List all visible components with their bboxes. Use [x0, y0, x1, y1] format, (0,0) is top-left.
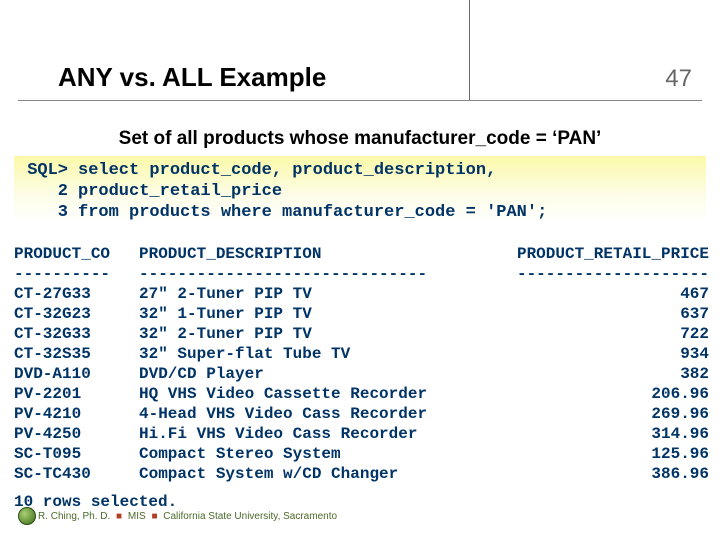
cell: 386.96	[509, 464, 709, 484]
cell: 934	[509, 344, 709, 364]
cell: PV-2201	[14, 384, 139, 404]
footer-dept: MIS	[128, 511, 146, 522]
result-row: DVD-A110DVD/CD Player382	[14, 364, 706, 384]
cell: 32" 1-Tuner PIP TV	[139, 304, 509, 324]
slide: ANY vs. ALL Example 47 Set of all produc…	[0, 0, 720, 540]
cell: DVD/CD Player	[139, 364, 509, 384]
slide-title: ANY vs. ALL Example	[58, 62, 326, 93]
footer-author: R. Ching, Ph. D.	[38, 511, 110, 522]
sql-text: product_retail_price	[78, 181, 702, 202]
cell: SC-T095	[14, 444, 139, 464]
sql-line: 2 product_retail_price	[18, 181, 702, 202]
col-dash: ------------------------------	[139, 264, 509, 284]
sql-line: SQL> select product_code, product_descri…	[18, 160, 702, 181]
footer-org: California State University, Sacramento	[163, 511, 337, 522]
cell: PV-4210	[14, 404, 139, 424]
slide-subtitle: Set of all products whose manufacturer_c…	[0, 128, 720, 150]
sql-block: SQL> select product_code, product_descri…	[14, 156, 706, 222]
col-header: PRODUCT_RETAIL_PRICE	[509, 244, 709, 264]
cell: CT-32G33	[14, 324, 139, 344]
cell: 206.96	[509, 384, 709, 404]
bullet-icon: ■	[113, 511, 125, 522]
cell: CT-32S35	[14, 344, 139, 364]
result-block: PRODUCT_CO PRODUCT_DESCRIPTION PRODUCT_R…	[14, 244, 706, 484]
result-row: PV-2201HQ VHS Video Cassette Recorder206…	[14, 384, 706, 404]
sql-text: select product_code, product_description…	[78, 160, 702, 181]
sql-gutter: 3	[18, 202, 78, 223]
cell: 4-Head VHS Video Cass Recorder	[139, 404, 509, 424]
cell: Compact System w/CD Changer	[139, 464, 509, 484]
cell: HQ VHS Video Cassette Recorder	[139, 384, 509, 404]
cell: SC-TC430	[14, 464, 139, 484]
cell: 382	[509, 364, 709, 384]
cell: 467	[509, 284, 709, 304]
result-row: CT-32G2332" 1-Tuner PIP TV637	[14, 304, 706, 324]
result-dash-row: ---------- -----------------------------…	[14, 264, 706, 284]
cell: 27" 2-Tuner PIP TV	[139, 284, 509, 304]
globe-icon	[18, 507, 36, 525]
result-row: SC-TC430Compact System w/CD Changer386.9…	[14, 464, 706, 484]
result-row: PV-4250Hi.Fi VHS Video Cass Recorder314.…	[14, 424, 706, 444]
result-row: CT-27G3327" 2-Tuner PIP TV467	[14, 284, 706, 304]
cell: 269.96	[509, 404, 709, 424]
cell: 32" 2-Tuner PIP TV	[139, 324, 509, 344]
cell: DVD-A110	[14, 364, 139, 384]
result-row: PV-42104-Head VHS Video Cass Recorder269…	[14, 404, 706, 424]
sql-gutter: SQL>	[18, 160, 78, 181]
header-vertical-rule	[469, 0, 470, 100]
sql-text: from products where manufacturer_code = …	[78, 202, 702, 223]
rows-selected: 10 rows selected.	[14, 493, 177, 511]
sql-line: 3 from products where manufacturer_code …	[18, 202, 702, 223]
cell: 722	[509, 324, 709, 344]
cell: CT-32G23	[14, 304, 139, 324]
page-number: 47	[665, 65, 692, 93]
footer: R. Ching, Ph. D. ■ MIS ■ California Stat…	[38, 511, 337, 522]
header-horizontal-rule	[18, 100, 702, 101]
result-header-row: PRODUCT_CO PRODUCT_DESCRIPTION PRODUCT_R…	[14, 244, 706, 264]
col-header: PRODUCT_DESCRIPTION	[139, 244, 509, 264]
col-dash: --------------------	[509, 264, 709, 284]
cell: 314.96	[509, 424, 709, 444]
sql-gutter: 2	[18, 181, 78, 202]
cell: 637	[509, 304, 709, 324]
cell: 32" Super-flat Tube TV	[139, 344, 509, 364]
cell: Compact Stereo System	[139, 444, 509, 464]
result-row: CT-32S3532" Super-flat Tube TV934	[14, 344, 706, 364]
result-row: CT-32G3332" 2-Tuner PIP TV722	[14, 324, 706, 344]
cell: CT-27G33	[14, 284, 139, 304]
cell: 125.96	[509, 444, 709, 464]
cell: PV-4250	[14, 424, 139, 444]
result-row: SC-T095Compact Stereo System125.96	[14, 444, 706, 464]
cell: Hi.Fi VHS Video Cass Recorder	[139, 424, 509, 444]
col-header: PRODUCT_CO	[14, 244, 139, 264]
bullet-icon: ■	[148, 511, 160, 522]
col-dash: ----------	[14, 264, 139, 284]
